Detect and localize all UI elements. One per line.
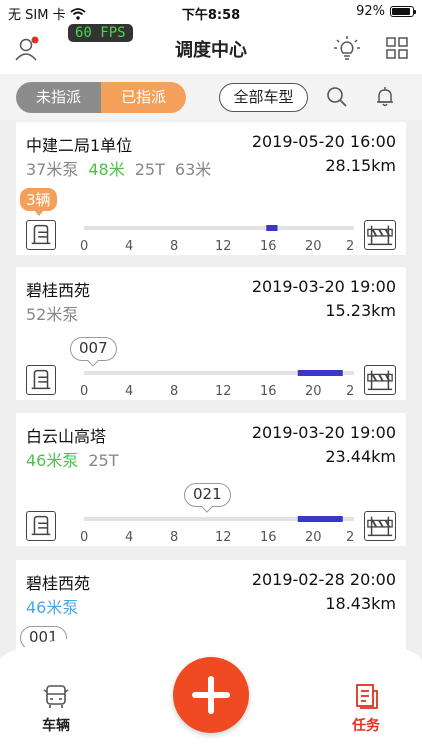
scheduled-range-bar: [297, 516, 343, 522]
hour-tick-label: 20: [305, 239, 322, 254]
hour-tick-label: 16: [260, 530, 277, 545]
time-range-track: 0 4 8 12 16 20 24: [80, 516, 354, 545]
order-card[interactable]: 白云山高塔 2019-03-20 19:00 46米泵 25T 23.44km 0…: [16, 413, 406, 546]
vehicle-specs: 37米泵 48米 25T 63米: [26, 156, 221, 180]
vehicle-icon: [43, 685, 69, 708]
distance: 15.23km: [325, 301, 396, 320]
tab-assigned[interactable]: 已指派: [101, 82, 186, 113]
hour-tick-label: 8: [170, 239, 178, 254]
spec-tag: 37米泵: [26, 160, 79, 179]
assignment-segmented-control: 未指派 已指派: [16, 82, 186, 113]
scheduled-range-bar: [266, 225, 278, 231]
filter-bar: 未指派 已指派 全部车型: [0, 74, 422, 120]
vehicle-specs: 46米泵 25T: [26, 447, 129, 471]
scheduled-range-bar: [297, 370, 343, 376]
hour-tick-label: 0: [80, 384, 88, 399]
station-icon: [26, 220, 56, 250]
site-name: 碧桂西苑: [26, 281, 91, 300]
hour-tick-label: 0: [80, 239, 88, 254]
battery-fill: [392, 8, 411, 15]
hour-tick-label: 24: [346, 239, 354, 254]
spec-tag: 63米: [174, 160, 212, 179]
hour-tick-label: 4: [125, 384, 133, 399]
site-name: 白云山高塔: [26, 427, 107, 446]
status-right: 92%: [356, 4, 416, 19]
vehicle-code-badge: 007: [70, 337, 117, 361]
time-range-track: 0 4 8 12 16 20 24: [80, 370, 354, 399]
order-datetime: 2019-02-28 20:00: [251, 570, 396, 589]
spec-tag: 46米泵: [26, 598, 79, 617]
roadblock-icon: [364, 220, 396, 250]
order-datetime: 2019-03-20 19:00: [251, 423, 396, 442]
site-name: 中建二局1单位: [26, 136, 133, 155]
tab-tasks[interactable]: 任务: [336, 681, 396, 735]
spec-tag: 52米泵: [26, 305, 79, 324]
tab-unassigned[interactable]: 未指派: [16, 82, 101, 113]
hour-tick-label: 24: [346, 384, 354, 399]
site-name: 碧桂西苑: [26, 574, 91, 593]
spec-tag: 25T: [88, 451, 119, 470]
vehicle-code-badge: 021: [184, 483, 231, 507]
status-bar: 无 SIM 卡 下午8:58 92%: [0, 0, 422, 24]
hour-tick-label: 4: [125, 530, 133, 545]
add-task-button[interactable]: [173, 657, 249, 733]
battery-icon: [390, 6, 416, 17]
hour-tick-label: 16: [260, 239, 277, 254]
tab-tasks-label: 任务: [352, 718, 380, 734]
distance: 18.43km: [325, 594, 396, 613]
order-datetime: 2019-05-20 16:00: [251, 132, 396, 151]
tab-vehicles[interactable]: 车辆: [26, 681, 86, 735]
roadblock-icon: [364, 511, 396, 541]
task-list-icon: [356, 684, 378, 709]
order-card[interactable]: 碧桂西苑 2019-03-20 19:00 52米泵 15.23km 0 4 8 12…: [16, 267, 406, 400]
spec-tag: 48米: [88, 160, 125, 179]
app-header: 60 FPS 调度中心: [0, 24, 422, 74]
hour-tick-label: 12: [215, 239, 232, 254]
distance: 28.15km: [325, 156, 396, 175]
bell-icon[interactable]: [374, 86, 396, 108]
hour-tick-label: 16: [260, 384, 277, 399]
hour-tick-label: 20: [305, 384, 322, 399]
vehicle-specs: 52米泵: [26, 301, 88, 325]
hour-tick-label: 12: [215, 530, 232, 545]
hour-tick-label: 12: [215, 384, 232, 399]
hour-tick-label: 0: [80, 530, 88, 545]
grid-menu-icon[interactable]: [386, 37, 408, 59]
station-icon: [26, 511, 56, 541]
hour-tick-label: 8: [170, 384, 178, 399]
search-icon[interactable]: [326, 86, 348, 108]
hour-tick-label: 4: [125, 239, 133, 254]
time-range-track: 0 4 8 12 16 20 24: [80, 225, 354, 254]
vehicle-count-badge: 3辆: [20, 188, 57, 216]
battery-percent: 92%: [356, 4, 385, 19]
distance: 23.44km: [325, 447, 396, 466]
order-card[interactable]: 中建二局1单位 2019-05-20 16:00 37米泵 48米 25T 63米 2…: [16, 122, 406, 255]
hour-tick-label: 20: [305, 530, 322, 545]
hour-tick-label: 8: [170, 530, 178, 545]
vehicle-type-button[interactable]: 全部车型: [219, 83, 308, 112]
spec-tag: 46米泵: [26, 451, 79, 470]
bottom-tab-bar: 车辆 任务: [0, 631, 422, 750]
spec-tag: 25T: [134, 160, 165, 179]
order-datetime: 2019-03-20 19:00: [251, 277, 396, 296]
lightbulb-icon[interactable]: [334, 36, 360, 62]
roadblock-icon: [364, 365, 396, 395]
hour-tick-label: 24: [346, 530, 354, 545]
tab-vehicles-label: 车辆: [42, 718, 70, 734]
timeline-track: [84, 226, 354, 230]
vehicle-specs: 46米泵: [26, 594, 88, 618]
station-icon: [26, 365, 56, 395]
